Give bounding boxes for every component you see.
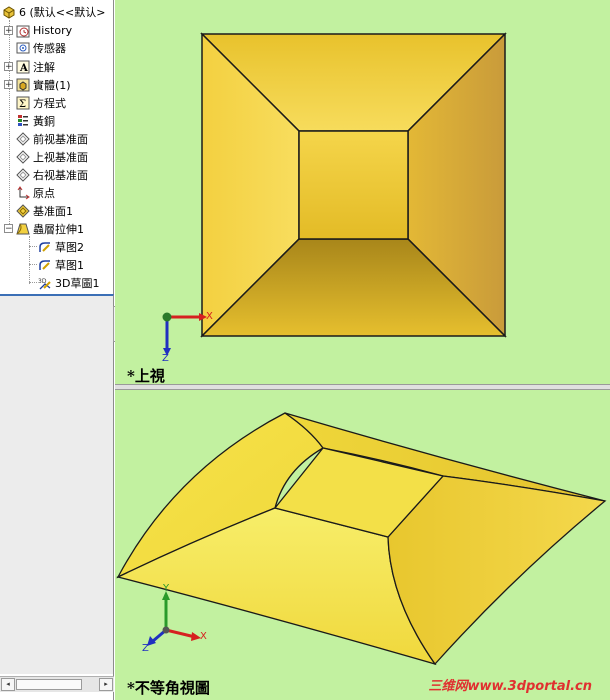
expand-icon[interactable]: + [4,80,13,90]
tree-item-label: 原点 [33,186,55,200]
tree-item-top-plane[interactable]: 上视基准面 [4,148,88,165]
expand-icon[interactable]: + [4,26,13,36]
plane-icon [16,167,30,182]
watermark: 三维网www.3dportal.cn [428,679,592,694]
tree-item-material[interactable]: 黃銅 [4,112,55,129]
tree-child-label: 草图1 [55,258,84,272]
tree-item-label: 方程式 [33,96,66,110]
tree-item-annotations[interactable]: + A 注解 [4,58,55,75]
material-icon [16,114,30,128]
tree-child-sketch2[interactable]: 草图2 [38,238,84,255]
tree-child-3dsketch1[interactable]: 3D 3D草圖1 [38,274,99,291]
tree-item-label: 传感器 [33,41,66,55]
tree-item-label: 注解 [33,60,55,74]
origin-icon [16,185,30,200]
expand-icon[interactable]: + [4,62,13,72]
tree-item-label: 前视基准面 [33,132,88,146]
iso-face-front-right [387,475,607,666]
equation-icon: Σ [16,96,30,110]
part-icon [2,5,16,19]
tree-child-label: 草图2 [55,240,84,254]
top-face-center [298,130,409,240]
tree-item-sensors[interactable]: 传感器 [4,39,66,56]
tree-child-sketch1[interactable]: 草图1 [38,256,84,273]
plane-icon [16,149,30,164]
view-label-top: *上視 [127,367,165,384]
scroll-left-button[interactable]: ◂ [1,678,15,691]
sensor-icon [16,41,30,55]
scroll-thumb[interactable] [16,679,82,690]
tree-root[interactable]: 6 (默认<<默认> [2,3,105,20]
tree-item-solid-bodies[interactable]: + 實體(1) [4,76,71,93]
tree-item-equations[interactable]: Σ 方程式 [4,94,66,111]
tree-item-label: History [33,24,73,37]
scroll-right-button[interactable]: ▸ [99,678,113,691]
top-view-model [162,32,507,356]
axis-x-label: X [206,311,213,322]
tree-item-history[interactable]: + History [4,22,72,39]
tree-item-front-plane[interactable]: 前视基准面 [4,130,88,147]
loft-icon [16,222,30,236]
tree-item-right-plane[interactable]: 右视基准面 [4,166,88,183]
tree-item-loft1[interactable]: − 蟲層拉伸1 [4,220,84,237]
tree-item-label: 上视基准面 [33,150,88,164]
svg-text:Σ: Σ [19,99,26,110]
tree-item-label: 基准面1 [33,204,73,218]
axis-y-label: Y [163,583,170,594]
history-icon [16,24,30,38]
axis-z-label: Z [162,353,169,364]
top-viewport[interactable]: X Z *上視 [115,0,610,384]
annotation-icon: A [16,60,30,74]
view-label-iso: *不等角視圖 [127,679,210,697]
tree-horizontal-scrollbar[interactable]: ◂ ▸ [0,676,114,692]
tree-item-plane1[interactable]: 基准面1 [4,202,73,219]
tree-item-origin[interactable]: 原点 [4,184,55,201]
tree-item-label: 右视基准面 [33,168,88,182]
collapse-icon[interactable]: − [4,224,13,234]
tree-item-label: 實體(1) [33,78,71,92]
plane-yellow-icon [16,203,30,218]
axis-z-label: Z [142,643,149,654]
tree-empty-area [0,294,114,674]
isometric-viewport[interactable]: Y X Z *不等角視圖 [115,390,610,700]
isometric-view-model [116,412,607,666]
axis-x-label: X [200,631,207,642]
tree-child-label: 3D草圖1 [55,276,100,290]
solid-bodies-icon [16,78,30,92]
tree-root-label: 6 (默认<<默认> [19,5,106,19]
tree-item-label: 黃銅 [33,114,55,128]
svg-text:A: A [19,63,28,74]
sketch-icon [38,240,52,254]
axis-triad-iso [147,591,201,646]
sketch-icon [38,258,52,272]
tree-item-label: 蟲層拉伸1 [33,222,84,236]
sketch3d-icon: 3D [38,276,52,290]
axis-triad-top [162,312,207,356]
plane-icon [16,131,30,146]
